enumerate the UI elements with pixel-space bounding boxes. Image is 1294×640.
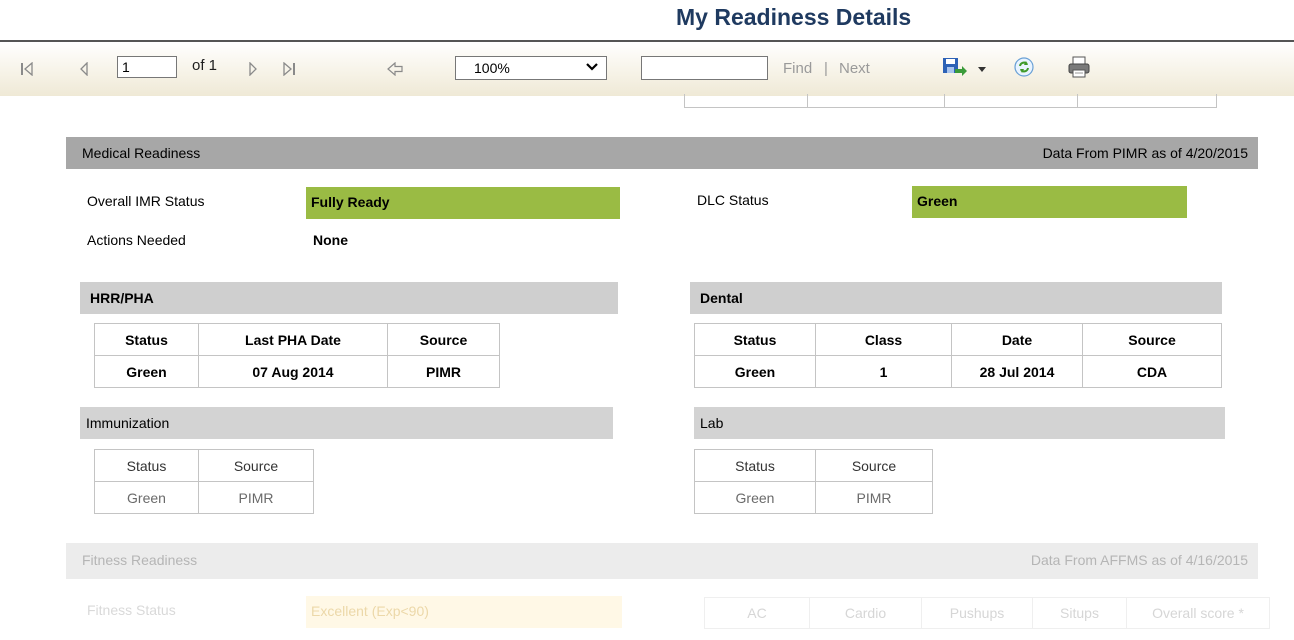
- column-header: Status: [694, 323, 816, 356]
- fitness-status: Excellent (Exp<90): [306, 596, 622, 628]
- lab-header: Lab: [694, 407, 1225, 439]
- table-cell: PIMR: [815, 481, 933, 514]
- hrr-pha-table: Status Last PHA Date Source Green 07 Aug…: [94, 323, 500, 388]
- zoom-select[interactable]: 100%: [455, 56, 607, 80]
- actions-needed-label: Actions Needed: [87, 232, 186, 248]
- table-fragment-bottom: [684, 107, 1217, 108]
- table-cell: 1: [815, 355, 952, 388]
- table-header-row: Status Source: [94, 449, 314, 482]
- table-fragment-divider: [944, 94, 945, 108]
- subsection-title: Dental: [700, 290, 743, 306]
- export-save-icon[interactable]: [942, 56, 972, 78]
- find-input[interactable]: [641, 56, 768, 80]
- column-header: Pushups: [921, 597, 1033, 629]
- immunization-table: Status Source Green PIMR: [94, 449, 314, 514]
- zoom-value: 100%: [474, 60, 510, 76]
- fitness-status-label: Fitness Status: [87, 602, 176, 618]
- fitness-readiness-header: Fitness Readiness Data From AFFMS as of …: [66, 543, 1258, 579]
- table-cell: Green: [94, 355, 199, 388]
- report-toolbar: 1 of 1 100% Find | Next: [0, 40, 1294, 96]
- table-fragment-divider: [1216, 94, 1217, 108]
- column-header: Status: [694, 449, 816, 482]
- find-link[interactable]: Find: [783, 60, 812, 77]
- table-fragment-divider: [807, 94, 808, 108]
- table-header-row: Status Last PHA Date Source: [94, 323, 500, 356]
- table-header-row: Status Source: [694, 449, 933, 482]
- table-header-row: AC Cardio Pushups Situps Overall score *: [704, 597, 1270, 629]
- column-header: Cardio: [809, 597, 922, 629]
- table-cell: CDA: [1082, 355, 1222, 388]
- dlc-status-value: Green: [917, 193, 958, 209]
- table-row: Green 07 Aug 2014 PIMR: [94, 355, 500, 388]
- last-page-icon[interactable]: [282, 62, 296, 76]
- lab-table: Status Source Green PIMR: [694, 449, 933, 514]
- column-header: Source: [387, 323, 500, 356]
- table-row: Green PIMR: [94, 481, 314, 514]
- dropdown-caret-icon[interactable]: [978, 67, 986, 73]
- table-row: Green 1 28 Jul 2014 CDA: [694, 355, 1222, 388]
- data-source-note: Data From AFFMS as of 4/16/2015: [1030, 552, 1248, 568]
- column-header: Source: [1082, 323, 1222, 356]
- column-header: Situps: [1032, 597, 1127, 629]
- actions-needed-value: None: [313, 232, 348, 248]
- table-cell: PIMR: [387, 355, 500, 388]
- table-cell: 28 Jul 2014: [951, 355, 1083, 388]
- print-icon[interactable]: [1067, 56, 1091, 78]
- subsection-title: Lab: [700, 415, 724, 431]
- column-header: Date: [951, 323, 1083, 356]
- dental-table: Status Class Date Source Green 1 28 Jul …: [694, 323, 1222, 388]
- table-cell: 07 Aug 2014: [198, 355, 388, 388]
- column-header: Source: [198, 449, 314, 482]
- find-separator: |: [824, 60, 828, 77]
- dlc-status-label: DLC Status: [697, 192, 769, 208]
- page-number-input[interactable]: 1: [117, 56, 177, 78]
- table-fragment-divider: [1077, 94, 1078, 108]
- immunization-header: Immunization: [80, 407, 613, 439]
- overall-imr-status: Fully Ready: [306, 187, 620, 219]
- overall-imr-label: Overall IMR Status: [87, 193, 205, 209]
- table-cell: Green: [94, 481, 199, 514]
- overall-imr-value: Fully Ready: [311, 194, 390, 210]
- back-to-parent-icon[interactable]: [387, 62, 403, 76]
- previous-page-icon[interactable]: [78, 62, 90, 76]
- dental-header: Dental: [690, 282, 1222, 314]
- fitness-scores-table: AC Cardio Pushups Situps Overall score *: [704, 597, 1270, 629]
- column-header: Source: [815, 449, 933, 482]
- chevron-down-icon: [586, 63, 598, 71]
- data-source-note: Data From PIMR as of 4/20/2015: [1042, 145, 1248, 161]
- table-cell: Green: [694, 355, 816, 388]
- table-cell: PIMR: [198, 481, 314, 514]
- refresh-icon[interactable]: [1013, 56, 1035, 78]
- hrr-pha-header: HRR/PHA: [80, 282, 618, 314]
- column-header: Overall score *: [1126, 597, 1270, 629]
- column-header: Last PHA Date: [198, 323, 388, 356]
- table-cell: Green: [694, 481, 816, 514]
- page-title: My Readiness Details: [676, 4, 912, 30]
- column-header: AC: [704, 597, 810, 629]
- column-header: Status: [94, 323, 199, 356]
- column-header: Class: [815, 323, 952, 356]
- fitness-status-value: Excellent (Exp<90): [311, 603, 429, 619]
- dlc-status: Green: [912, 186, 1187, 218]
- table-fragment-divider: [684, 94, 685, 108]
- table-row: Green PIMR: [694, 481, 933, 514]
- first-page-icon[interactable]: [20, 62, 34, 76]
- table-header-row: Status Class Date Source: [694, 323, 1222, 356]
- section-title: Fitness Readiness: [82, 552, 198, 568]
- next-page-icon[interactable]: [247, 62, 259, 76]
- subsection-title: Immunization: [86, 415, 170, 431]
- medical-readiness-header: Medical Readiness Data From PIMR as of 4…: [66, 137, 1258, 169]
- next-link[interactable]: Next: [839, 60, 870, 77]
- column-header: Status: [94, 449, 199, 482]
- section-title: Medical Readiness: [82, 145, 201, 161]
- page-count-label: of 1: [192, 57, 218, 74]
- subsection-title: HRR/PHA: [90, 290, 154, 306]
